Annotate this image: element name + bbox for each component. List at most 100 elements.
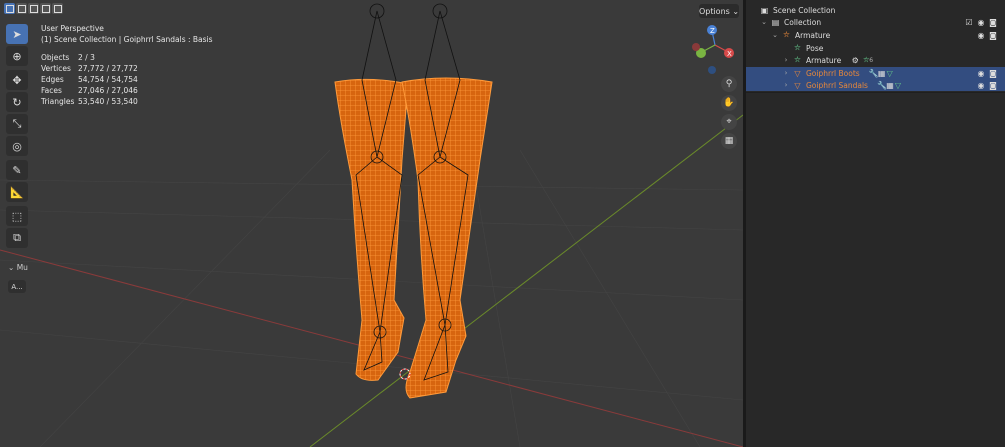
outliner-panel: ▣ Scene Collection ⌄ ▤ Collection ☑ ◉ ◙ … <box>746 0 1005 447</box>
chevron-right-icon[interactable]: › <box>782 56 790 64</box>
rotate-tool-button[interactable]: ↻ <box>6 92 28 112</box>
stat-label: Objects <box>41 53 70 62</box>
wrench-icon: 🔧 <box>876 80 887 90</box>
chevron-right-icon[interactable]: › <box>782 81 790 89</box>
operator-panel-header[interactable]: ⌄ Mu <box>8 263 28 272</box>
ortho-toggle-button[interactable]: ▦ <box>721 133 737 149</box>
zoom-button[interactable]: ⚲ <box>721 76 737 92</box>
mesh-data-icon: ▽ <box>886 68 893 78</box>
stat-label: Faces <box>41 86 62 95</box>
row-controls: ◉ ◙ <box>977 69 997 78</box>
operator-button-label: A... <box>11 282 23 291</box>
stat-row: Faces 27,046 / 27,046 <box>41 85 138 96</box>
vertex-group-icon: ▦ <box>877 68 886 78</box>
select-tool-button[interactable]: ➤ <box>6 24 28 44</box>
stat-label: Triangles <box>41 97 75 106</box>
mesh-data-icon: ▽ <box>894 80 902 90</box>
hand-icon: ✋ <box>723 98 735 108</box>
camera-icon: ⌖ <box>726 117 732 127</box>
mesh-object-icon: ▽ <box>794 80 801 90</box>
3d-viewport[interactable]: Z X Options ⌄ User Perspective (1) Scene… <box>0 0 743 447</box>
checkbox-icon[interactable]: ☑ <box>965 18 973 27</box>
tool-shelf: ➤ ⊕ ✥ ↻ ⤡ ◎ ✎ 📐 ⬚ ⧉ <box>6 24 30 250</box>
stat-row: Edges 54,754 / 54,754 <box>41 74 138 85</box>
transform-tool-button[interactable]: ◎ <box>6 136 28 156</box>
camera-icon[interactable]: ◙ <box>989 18 997 27</box>
options-label: Options <box>698 6 730 16</box>
navigation-controls: ⚲ ✋ ⌖ ▦ <box>721 76 739 152</box>
vertex-group-icon: ▦ <box>886 80 894 90</box>
stat-value: 54,754 / 54,754 <box>78 75 138 84</box>
row-controls: ◉ ◙ <box>977 81 997 90</box>
camera-icon[interactable]: ◙ <box>989 31 997 40</box>
left-leg-mesh[interactable] <box>334 78 409 381</box>
operator-panel-label: Mu <box>16 263 28 272</box>
select-intersect-mode-button[interactable] <box>52 3 63 14</box>
cursor-tool-button[interactable]: ⊕ <box>6 46 28 66</box>
outliner-row-pose[interactable]: ⛥ Pose <box>746 42 1005 54</box>
eye-icon[interactable]: ◉ <box>977 31 985 40</box>
outliner-row-armature-data[interactable]: › ⛥ Armature ⚙ ⛥ 6 <box>746 54 1005 66</box>
outliner-row-label: Armature <box>806 55 842 65</box>
outliner-row-goiphrrl-boots[interactable]: › ▽ Goiphrrl Boots 🔧 ▦ ▽ ◉ ◙ <box>746 67 1005 79</box>
stat-row: Objects 2 / 3 <box>41 52 138 63</box>
collection-icon: ▤ <box>771 17 780 27</box>
stat-label: Edges <box>41 75 64 84</box>
eye-icon[interactable]: ◉ <box>977 81 985 90</box>
measure-tool-button[interactable]: 📐 <box>6 182 28 202</box>
select-extend-mode-button[interactable] <box>16 3 27 14</box>
cursor-arrow-icon: ➤ <box>12 27 22 41</box>
move-tool-button[interactable]: ✥ <box>6 70 28 90</box>
outliner-row-label: Goiphrrl Sandals <box>806 80 868 90</box>
outliner-divider <box>746 92 1005 93</box>
extrude-icon: ⧉ <box>13 231 21 244</box>
camera-view-button[interactable]: ⌖ <box>721 114 737 130</box>
outliner-row-goiphrrl-sandals[interactable]: › ▽ Goiphrrl Sandals 🔧 ▦ ▽ ◉ ◙ <box>746 79 1005 91</box>
select-mode-toolbar <box>4 3 63 17</box>
magnifier-icon: ⚲ <box>725 79 733 89</box>
annotate-tool-button[interactable]: ✎ <box>6 160 28 180</box>
stat-value: 27,046 / 27,046 <box>78 86 138 95</box>
select-box-mode-button[interactable] <box>4 3 15 14</box>
svg-text:X: X <box>727 50 732 58</box>
gizmo-neg-z-icon <box>708 66 716 74</box>
outliner-row-collection[interactable]: ⌄ ▤ Collection ☑ ◉ ◙ <box>746 16 1005 28</box>
pencil-icon: ✎ <box>12 163 22 177</box>
outliner-row-armature-object[interactable]: ⌄ ⛥ Armature ◉ ◙ <box>746 29 1005 41</box>
scale-tool-button[interactable]: ⤡ <box>6 114 28 134</box>
camera-icon[interactable]: ◙ <box>989 69 997 78</box>
context-label: (1) Scene Collection | Goiphrrl Sandals … <box>41 35 213 44</box>
chevron-down-icon[interactable]: ⌄ <box>771 31 779 39</box>
stat-label: Vertices <box>41 64 71 73</box>
viewport-info: User Perspective (1) Scene Collection | … <box>41 23 213 45</box>
stat-value: 27,772 / 27,772 <box>78 64 138 73</box>
navigation-gizmo[interactable]: Z X <box>692 25 734 74</box>
operator-panel-button[interactable]: A... <box>8 280 26 293</box>
outliner-row-label: Goiphrrl Boots <box>806 68 860 78</box>
select-subtract-mode-button[interactable] <box>28 3 39 14</box>
scale-icon: ⤡ <box>12 117 22 130</box>
ruler-icon: 📐 <box>10 185 24 199</box>
outliner-row-label: Armature <box>795 30 831 40</box>
camera-icon[interactable]: ◙ <box>989 81 997 90</box>
right-leg-mesh[interactable] <box>401 77 493 399</box>
stat-value: 53,540 / 53,540 <box>78 97 138 106</box>
row-controls: ◉ ◙ <box>977 31 997 40</box>
pan-button[interactable]: ✋ <box>721 95 737 111</box>
extrude-tool-button[interactable]: ⧉ <box>6 228 28 248</box>
add-cube-tool-button[interactable]: ⬚ <box>6 206 28 226</box>
options-dropdown[interactable]: Options ⌄ <box>699 4 739 18</box>
outliner-row-label: Scene Collection <box>773 5 836 15</box>
eye-icon[interactable]: ◉ <box>977 69 985 78</box>
pose-icon: ⛥ <box>794 43 801 52</box>
bone-constraint-icon: ⚙ <box>851 55 859 65</box>
chevron-down-icon[interactable]: ⌄ <box>760 18 768 26</box>
outliner-row-scene-collection[interactable]: ▣ Scene Collection <box>746 4 1005 16</box>
child-count: 6 <box>869 56 874 64</box>
chevron-right-icon[interactable]: › <box>782 69 790 77</box>
chevron-down-icon: ⌄ <box>732 6 740 16</box>
eye-icon[interactable]: ◉ <box>977 18 985 27</box>
chevron-down-icon: ⌄ <box>8 263 15 272</box>
rotate-icon: ↻ <box>12 95 22 109</box>
select-invert-mode-button[interactable] <box>40 3 51 14</box>
